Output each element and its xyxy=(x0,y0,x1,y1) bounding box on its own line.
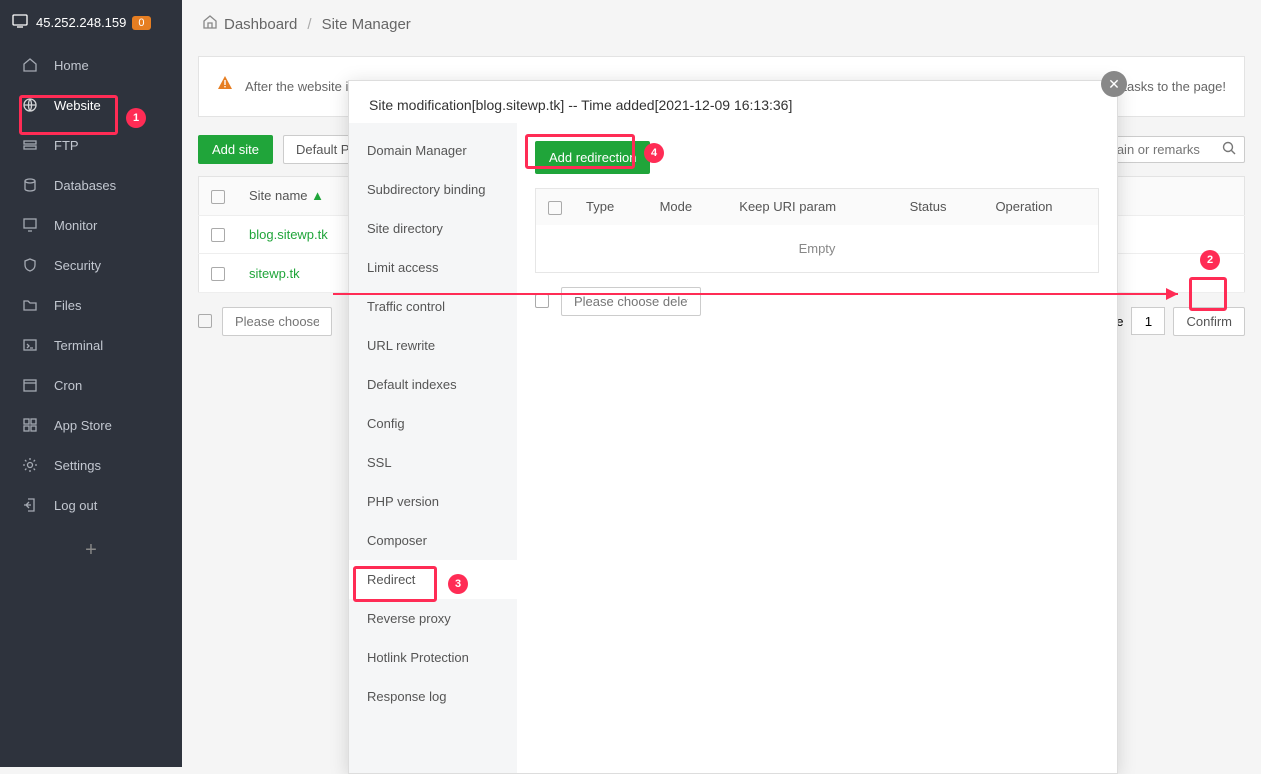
redirect-table: TypeModeKeep URI paramStatusOperation Em… xyxy=(535,188,1099,273)
site-link[interactable]: sitewp.tk xyxy=(249,266,300,281)
pane-col-mode: Mode xyxy=(648,189,728,225)
terminal-icon xyxy=(22,337,38,353)
settings-icon xyxy=(22,457,38,473)
nav-label: Website xyxy=(54,98,101,113)
nav-item-files[interactable]: Files xyxy=(0,285,182,325)
nav-item-security[interactable]: Security xyxy=(0,245,182,285)
page-number-input[interactable] xyxy=(1131,307,1165,335)
modal-tab-limit-access[interactable]: Limit access xyxy=(349,248,517,287)
home-icon xyxy=(22,57,38,73)
modal-tab-php-version[interactable]: PHP version xyxy=(349,482,517,521)
add-site-button[interactable]: Add site xyxy=(198,135,273,164)
modal-tab-site-directory[interactable]: Site directory xyxy=(349,209,517,248)
modal-title: Site modification[blog.sitewp.tk] -- Tim… xyxy=(349,81,1117,123)
modal-close-button[interactable]: ✕ xyxy=(1101,71,1127,97)
ftp-icon xyxy=(22,137,38,153)
footer-checkbox[interactable] xyxy=(198,314,212,328)
warning-icon xyxy=(217,71,233,102)
search-input[interactable] xyxy=(1106,142,1216,157)
search-icon[interactable] xyxy=(1222,141,1236,158)
security-icon xyxy=(22,257,38,273)
modal-tab-default-indexes[interactable]: Default indexes xyxy=(349,365,517,404)
modal-tab-list: Domain ManagerSubdirectory bindingSite d… xyxy=(349,123,517,773)
nav-label: Home xyxy=(54,58,89,73)
pane-col-operation: Operation xyxy=(983,189,1098,225)
cron-icon xyxy=(22,377,38,393)
databases-icon xyxy=(22,177,38,193)
row-checkbox[interactable] xyxy=(211,267,225,281)
notice-text-start: After the website is xyxy=(245,71,355,102)
nav-item-monitor[interactable]: Monitor xyxy=(0,205,182,245)
plus-icon: + xyxy=(85,539,97,561)
nav-label: Databases xyxy=(54,178,116,193)
redirect-pane: Add redirection TypeModeKeep URI paramSt… xyxy=(517,123,1117,773)
add-redirection-button[interactable]: Add redirection xyxy=(535,141,650,174)
nav-item-settings[interactable]: Settings xyxy=(0,445,182,485)
sidebar-header: 45.252.248.159 0 xyxy=(0,0,182,45)
confirm-button[interactable]: Confirm xyxy=(1173,307,1245,336)
home-icon xyxy=(202,14,218,34)
nav-label: Log out xyxy=(54,498,97,513)
breadcrumb-current: Site Manager xyxy=(322,16,411,33)
pane-select-all[interactable] xyxy=(548,201,562,215)
modal-tab-reverse-proxy[interactable]: Reverse proxy xyxy=(349,599,517,638)
modal-tab-hotlink-protection[interactable]: Hotlink Protection xyxy=(349,638,517,677)
nav-label: Security xyxy=(54,258,101,273)
sidebar: 45.252.248.159 0 Home Website FTP Databases… xyxy=(0,0,182,767)
monitor-icon xyxy=(12,14,28,31)
nav-label: App Store xyxy=(54,418,112,433)
breadcrumb-separator: / xyxy=(307,16,311,33)
files-icon xyxy=(22,297,38,313)
bulk-action-select[interactable] xyxy=(222,307,332,336)
pane-footer-checkbox[interactable] xyxy=(535,294,549,308)
row-checkbox[interactable] xyxy=(211,228,225,242)
nav-label: Files xyxy=(54,298,81,313)
nav-item-logout[interactable]: Log out xyxy=(0,485,182,525)
nav-label: Terminal xyxy=(54,338,103,353)
modal-tab-ssl[interactable]: SSL xyxy=(349,443,517,482)
nav-item-appstore[interactable]: App Store xyxy=(0,405,182,445)
breadcrumb: Dashboard / Site Manager xyxy=(182,0,1261,48)
empty-label: Empty xyxy=(536,225,1099,273)
pane-delete-select[interactable] xyxy=(561,287,701,316)
close-icon: ✕ xyxy=(1108,76,1120,93)
pane-col-type: Type xyxy=(574,189,648,225)
site-modification-modal: ✕ Site modification[blog.sitewp.tk] -- T… xyxy=(348,80,1118,774)
appstore-icon xyxy=(22,417,38,433)
modal-tab-composer[interactable]: Composer xyxy=(349,521,517,560)
nav-label: FTP xyxy=(54,138,79,153)
nav-item-databases[interactable]: Databases xyxy=(0,165,182,205)
nav-item-cron[interactable]: Cron xyxy=(0,365,182,405)
sort-arrow-icon: ▲ xyxy=(311,188,324,203)
website-icon xyxy=(22,97,38,113)
logout-icon xyxy=(22,497,38,513)
breadcrumb-home[interactable]: Dashboard xyxy=(224,16,297,33)
modal-tab-response-log[interactable]: Response log xyxy=(349,677,517,716)
nav-item-ftp[interactable]: FTP xyxy=(0,125,182,165)
select-all-checkbox[interactable] xyxy=(211,190,225,204)
add-nav-item[interactable]: + xyxy=(0,525,182,576)
pane-col-status: Status xyxy=(898,189,984,225)
nav-label: Settings xyxy=(54,458,101,473)
nav-label: Cron xyxy=(54,378,82,393)
site-link[interactable]: blog.sitewp.tk xyxy=(249,227,328,242)
modal-tab-subdirectory-binding[interactable]: Subdirectory binding xyxy=(349,170,517,209)
nav-item-terminal[interactable]: Terminal xyxy=(0,325,182,365)
server-ip: 45.252.248.159 xyxy=(36,15,126,30)
modal-tab-redirect[interactable]: Redirect xyxy=(349,560,517,599)
modal-tab-url-rewrite[interactable]: URL rewrite xyxy=(349,326,517,365)
nav-item-home[interactable]: Home xyxy=(0,45,182,85)
modal-tab-domain-manager[interactable]: Domain Manager xyxy=(349,131,517,170)
notification-badge[interactable]: 0 xyxy=(132,16,150,30)
modal-tab-traffic-control[interactable]: Traffic control xyxy=(349,287,517,326)
modal-tab-config[interactable]: Config xyxy=(349,404,517,443)
nav-item-website[interactable]: Website xyxy=(0,85,182,125)
pane-col-keep-uri-param: Keep URI param xyxy=(727,189,897,225)
search-wrap xyxy=(1097,136,1245,163)
nav-label: Monitor xyxy=(54,218,97,233)
monitor-icon xyxy=(22,217,38,233)
